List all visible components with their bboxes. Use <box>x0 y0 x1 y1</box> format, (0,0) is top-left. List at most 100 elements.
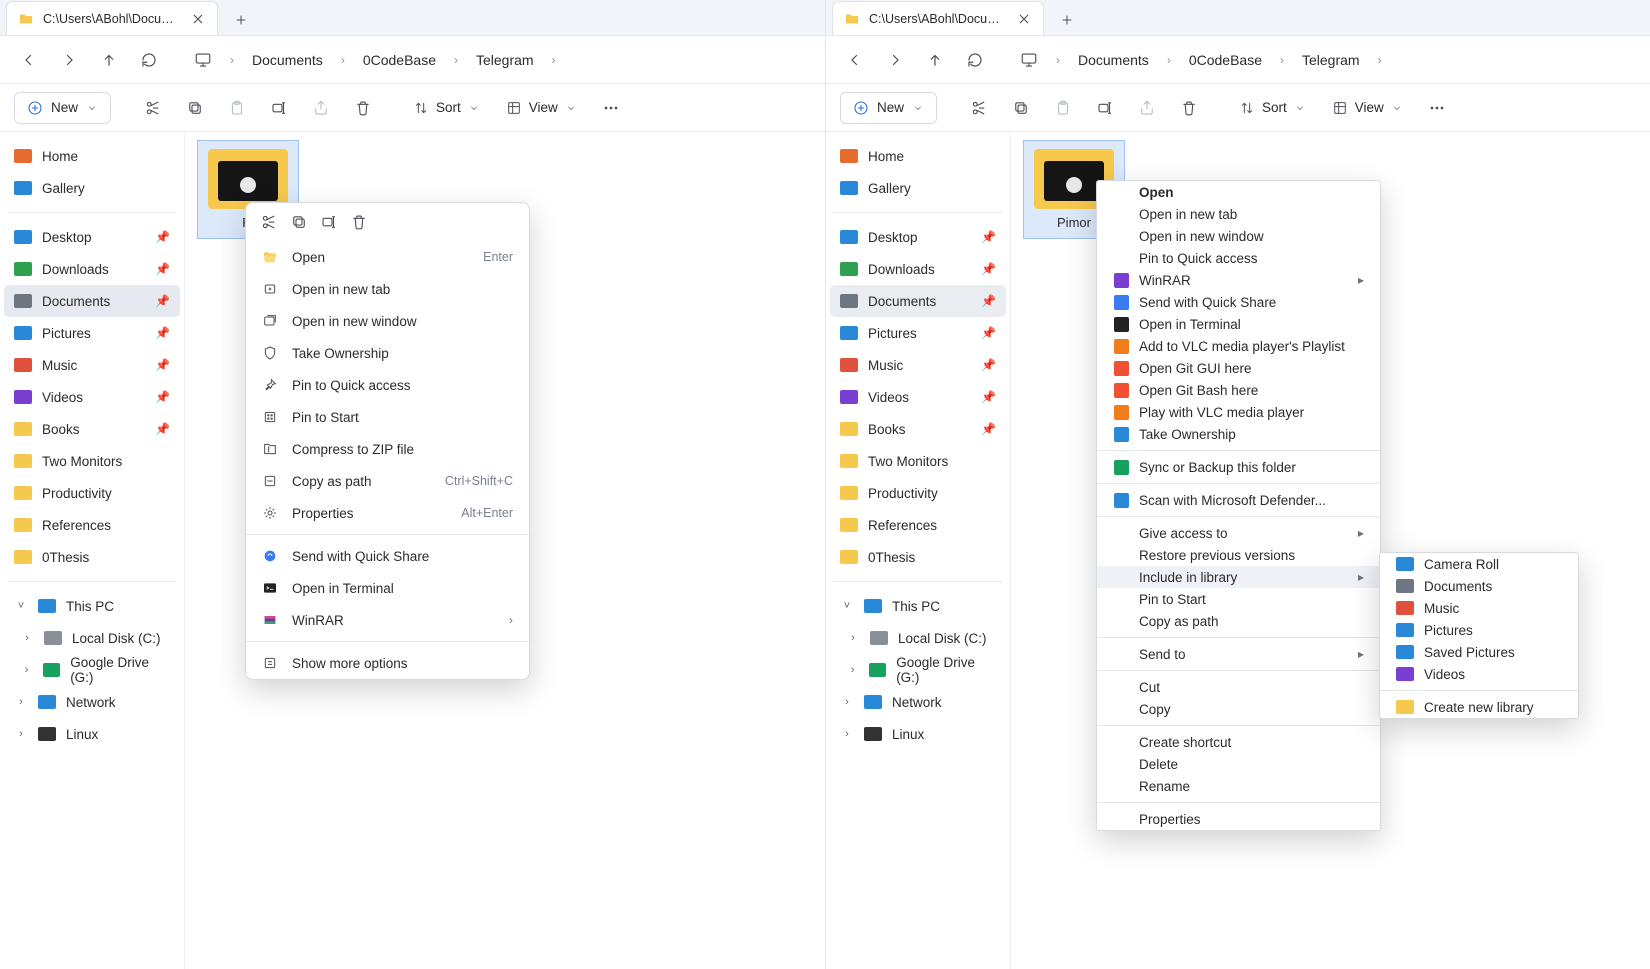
new-button[interactable]: New <box>14 92 111 124</box>
tree-twisty-icon[interactable]: › <box>840 696 854 708</box>
cut-button[interactable] <box>963 92 995 124</box>
tree-twisty-icon[interactable]: › <box>840 728 854 740</box>
context-submenu-item[interactable]: Videos <box>1380 663 1578 685</box>
context-menu-item[interactable]: Send to ▸ <box>1097 643 1380 665</box>
sidebar-item-documents[interactable]: Documents 📌 <box>830 285 1006 317</box>
sort-button[interactable]: Sort <box>405 94 488 122</box>
refresh-button[interactable] <box>132 43 166 77</box>
context-submenu-item[interactable]: Camera Roll <box>1380 553 1578 575</box>
context-menu-item[interactable]: Add to VLC media player's Playlist <box>1097 335 1380 357</box>
tree-twisty-icon[interactable]: ˅ <box>840 600 854 612</box>
sidebar-item-books[interactable]: Books 📌 <box>830 413 1006 445</box>
context-menu-item[interactable]: Open Git Bash here <box>1097 379 1380 401</box>
context-menu-item[interactable]: Show more options <box>246 647 529 679</box>
breadcrumb-segment[interactable]: 0CodeBase <box>1181 46 1270 74</box>
context-submenu-item[interactable]: Pictures <box>1380 619 1578 641</box>
sidebar-item-linux[interactable]: ›Linux <box>830 718 1006 750</box>
sidebar-item-productivity[interactable]: Productivity <box>4 477 180 509</box>
sidebar-item-music[interactable]: Music 📌 <box>4 349 180 381</box>
cut-button[interactable] <box>137 92 169 124</box>
view-button[interactable]: View <box>1324 94 1411 122</box>
context-menu-item[interactable]: Open in new window <box>246 305 529 337</box>
back-button[interactable] <box>12 43 46 77</box>
breadcrumb-segment[interactable]: Telegram <box>1294 46 1368 74</box>
context-submenu-item[interactable]: Documents <box>1380 575 1578 597</box>
sidebar-item-two monitors[interactable]: Two Monitors <box>830 445 1006 477</box>
sidebar-item-references[interactable]: References <box>4 509 180 541</box>
sidebar-item-network[interactable]: ›Network <box>830 686 1006 718</box>
context-menu-item[interactable]: Send with Quick Share <box>246 540 529 572</box>
sidebar-item-gallery[interactable]: Gallery <box>830 172 1006 204</box>
sidebar-item-desktop[interactable]: Desktop 📌 <box>4 221 180 253</box>
context-menu-item[interactable]: Give access to ▸ <box>1097 522 1380 544</box>
sidebar-item-0thesis[interactable]: 0Thesis <box>830 541 1006 573</box>
context-menu-item[interactable]: Copy <box>1097 698 1380 720</box>
tab-add-button[interactable] <box>1052 5 1082 35</box>
tab-close-button[interactable] <box>189 10 207 28</box>
sidebar-item-downloads[interactable]: Downloads 📌 <box>830 253 1006 285</box>
sidebar-item-this pc[interactable]: ˅This PC <box>4 590 180 622</box>
context-menu-item[interactable]: Sync or Backup this folder <box>1097 456 1380 478</box>
context-menu-item[interactable]: Rename <box>1097 775 1380 797</box>
context-menu-item[interactable]: Open in new tab <box>246 273 529 305</box>
sidebar-item-google-drive-g-[interactable]: ›Google Drive (G:) <box>4 654 180 686</box>
copy-button[interactable] <box>179 92 211 124</box>
more-button[interactable] <box>1421 92 1453 124</box>
back-button[interactable] <box>838 43 872 77</box>
tab-add-button[interactable] <box>226 5 256 35</box>
ctx-delete-button[interactable] <box>350 213 368 231</box>
context-menu-item[interactable]: Include in library ▸ <box>1097 566 1380 588</box>
sidebar-item-books[interactable]: Books 📌 <box>4 413 180 445</box>
sidebar-item-music[interactable]: Music 📌 <box>830 349 1006 381</box>
sidebar-item-linux[interactable]: ›Linux <box>4 718 180 750</box>
sidebar-item-network[interactable]: ›Network <box>4 686 180 718</box>
forward-button[interactable] <box>52 43 86 77</box>
refresh-button[interactable] <box>958 43 992 77</box>
context-menu-item[interactable]: Open in Terminal <box>1097 313 1380 335</box>
context-menu-item[interactable]: Send with Quick Share <box>1097 291 1380 313</box>
view-button[interactable]: View <box>498 94 585 122</box>
context-menu-item[interactable]: Delete <box>1097 753 1380 775</box>
context-menu-item[interactable]: Cut <box>1097 676 1380 698</box>
tree-twisty-icon[interactable]: › <box>846 632 860 644</box>
forward-button[interactable] <box>878 43 912 77</box>
sidebar-item-downloads[interactable]: Downloads 📌 <box>4 253 180 285</box>
context-menu-item[interactable]: Properties Alt+Enter <box>246 497 529 529</box>
sidebar-item-videos[interactable]: Videos 📌 <box>830 381 1006 413</box>
sidebar-item-videos[interactable]: Videos 📌 <box>4 381 180 413</box>
sort-button[interactable]: Sort <box>1231 94 1314 122</box>
sidebar-item-references[interactable]: References <box>830 509 1006 541</box>
ctx-rename-button[interactable] <box>320 213 338 231</box>
delete-button[interactable] <box>347 92 379 124</box>
tab-active[interactable]: C:\Users\ABohl\Documents\00 <box>6 1 218 35</box>
sidebar-item-0thesis[interactable]: 0Thesis <box>4 541 180 573</box>
context-menu-item[interactable]: WinRAR ▸ <box>1097 269 1380 291</box>
copy-button[interactable] <box>1005 92 1037 124</box>
context-menu-item[interactable]: Open in Terminal <box>246 572 529 604</box>
context-submenu-item[interactable]: Saved Pictures <box>1380 641 1578 663</box>
tree-twisty-icon[interactable]: › <box>14 696 28 708</box>
context-menu-item[interactable]: Compress to ZIP file <box>246 433 529 465</box>
up-button[interactable] <box>92 43 126 77</box>
tree-twisty-icon[interactable]: › <box>20 632 34 644</box>
context-menu-item[interactable]: Restore previous versions <box>1097 544 1380 566</box>
context-menu-item[interactable]: Take Ownership <box>246 337 529 369</box>
sidebar-item-pictures[interactable]: Pictures 📌 <box>830 317 1006 349</box>
ctx-cut-button[interactable] <box>260 213 278 231</box>
sidebar-item-local-disk-c-[interactable]: ›Local Disk (C:) <box>830 622 1006 654</box>
sidebar-item-this pc[interactable]: ˅This PC <box>830 590 1006 622</box>
sidebar-item-documents[interactable]: Documents 📌 <box>4 285 180 317</box>
sidebar-item-home[interactable]: Home <box>4 140 180 172</box>
ctx-copy-button[interactable] <box>290 213 308 231</box>
breadcrumb-segment[interactable]: Documents <box>1070 46 1157 74</box>
rename-button[interactable] <box>1089 92 1121 124</box>
sidebar-item-productivity[interactable]: Productivity <box>830 477 1006 509</box>
tree-twisty-icon[interactable]: › <box>846 664 859 676</box>
rename-button[interactable] <box>263 92 295 124</box>
context-menu-item[interactable]: Properties <box>1097 808 1380 830</box>
context-menu-item[interactable]: Open Git GUI here <box>1097 357 1380 379</box>
sidebar-item-google-drive-g-[interactable]: ›Google Drive (G:) <box>830 654 1006 686</box>
tree-twisty-icon[interactable]: › <box>20 664 33 676</box>
tab-close-button[interactable] <box>1015 10 1033 28</box>
context-menu-item[interactable]: Copy as path Ctrl+Shift+C <box>246 465 529 497</box>
